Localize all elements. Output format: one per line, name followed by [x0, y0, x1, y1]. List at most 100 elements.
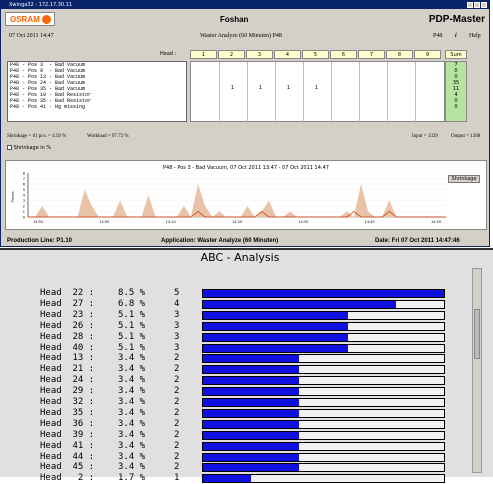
abc-percent: 3.4 %	[118, 353, 146, 364]
abc-row: Head 13 : 3.4 % 2	[0, 353, 470, 364]
sum-header: Sum	[445, 50, 467, 59]
y-axis-label: Pieces	[11, 191, 15, 202]
abc-bar-fill	[203, 377, 300, 385]
close-icon[interactable]	[481, 2, 487, 8]
abc-bar-fill	[203, 333, 348, 341]
abc-bar	[202, 289, 445, 298]
abc-head-name: Head 22 :	[40, 288, 95, 298]
abc-head-name: Head 27 :	[40, 298, 95, 309]
abc-row: Head 23 : 5.1 % 3	[0, 310, 470, 321]
abc-bar-fill	[203, 322, 348, 330]
y-tick-label: 7	[23, 177, 25, 181]
abc-row: Head 2 : 1.7 % 1	[0, 473, 470, 484]
abc-bar	[202, 387, 445, 397]
vertical-scrollbar[interactable]	[472, 268, 482, 473]
minimize-icon[interactable]	[467, 2, 473, 8]
main-window: Xwinga32 - 172.17.30.11 OSRAM Foshan PDP…	[0, 0, 490, 247]
defect-chart: P48 - Pos 3 - Bad Vacuum, 07 Oct 2011 13…	[5, 160, 487, 230]
head-column-header[interactable]: 3	[246, 50, 273, 59]
abc-list: Head 22 : 8.5 % 5 Head 27 : 6.8 % 4 Head 23 : 5…	[0, 288, 470, 484]
scrollbar-thumb[interactable]	[474, 309, 480, 359]
abc-head-name: Head 45 :	[40, 462, 95, 473]
abc-bar-fill	[203, 366, 300, 374]
status-footer: Production Line: P1.10 Application: Wast…	[1, 236, 489, 247]
abc-row: Head 36 : 3.4 % 2	[0, 419, 470, 430]
abc-bar-fill	[203, 355, 300, 363]
abc-bar-fill	[203, 290, 444, 297]
x-tick-label: 14:50	[431, 220, 441, 224]
app-title: PDP-Master	[428, 14, 485, 25]
x-tick-label: 14:30	[298, 220, 308, 224]
abc-count: 2	[174, 386, 180, 397]
brand-logo: OSRAM	[5, 12, 55, 26]
abc-count: 1	[174, 473, 180, 484]
defect-list-item[interactable]: P48 - Pos 41 - Hg missing	[8, 104, 186, 110]
series-point	[84, 189, 85, 190]
abc-bar	[202, 419, 445, 429]
sum-cells: 7 0 0 35 11 4 0 0	[445, 61, 467, 122]
series-point	[360, 183, 362, 185]
abc-count: 2	[174, 353, 180, 364]
defect-grid: P48 - Pos 3 - Bad Vacuum P48 - Pos 9 - Ba…	[5, 47, 487, 127]
abc-count: 2	[174, 407, 180, 418]
abc-count: 2	[174, 375, 180, 386]
abc-percent: 1.7 %	[118, 473, 146, 484]
abc-percent: 3.4 %	[118, 375, 146, 386]
help-button[interactable]: Help	[469, 33, 481, 39]
grid-row	[191, 100, 446, 106]
abc-bar-fill	[203, 475, 252, 483]
checkbox-box[interactable]	[7, 145, 12, 150]
head-column-header[interactable]: 6	[330, 50, 357, 59]
grid-cell: 1	[230, 84, 235, 91]
shrinkage-stat: Shrinkage = 61 pcs. = 4.59 %	[7, 134, 67, 139]
abc-bar	[202, 474, 445, 484]
head-column-header[interactable]: 7	[358, 50, 385, 59]
head-column-header[interactable]: 2	[218, 50, 245, 59]
abc-count: 3	[174, 309, 180, 320]
abc-percent: 3.4 %	[118, 397, 146, 407]
abc-count: 2	[174, 364, 180, 375]
head-column-header[interactable]: 9	[414, 50, 441, 59]
abc-head-name: Head 21 :	[40, 364, 95, 375]
abc-head-name: Head 23 :	[40, 309, 95, 320]
x-tick-label: 14:10	[166, 220, 176, 224]
abc-count: 5	[174, 288, 180, 298]
head-column-header[interactable]: 5	[302, 50, 329, 59]
info-icon[interactable]: i	[455, 33, 457, 39]
maximize-icon[interactable]	[474, 2, 480, 8]
report-date: 07 Oct 2011 14:47	[9, 33, 54, 39]
abc-bar-fill	[203, 388, 300, 396]
series-point	[91, 205, 93, 207]
head-column-header[interactable]: 4	[274, 50, 301, 59]
x-tick-label: 14:40	[365, 220, 375, 224]
abc-head-name: Head 28 :	[40, 331, 95, 342]
abc-bar	[202, 299, 445, 309]
production-line: Production Line: P1.10	[7, 238, 73, 244]
series-point	[389, 200, 390, 201]
abc-percent: 3.4 %	[118, 440, 146, 451]
abc-bar	[202, 354, 445, 364]
head-column-header[interactable]: 1	[190, 50, 217, 59]
series-point	[289, 211, 291, 212]
series-point	[204, 205, 206, 207]
abc-bar-fill	[203, 300, 396, 308]
abc-bar-fill	[203, 464, 300, 472]
abc-count: 2	[174, 451, 180, 462]
shrinkage-checkbox[interactable]: Shrinkage in %	[7, 145, 51, 151]
abc-bar	[202, 408, 445, 418]
x-tick-label: 13:50	[33, 220, 43, 224]
defect-list[interactable]: P48 - Pos 3 - Bad Vacuum P48 - Pos 9 - Ba…	[7, 61, 187, 122]
shrinkage-button[interactable]: Shrinkage	[448, 175, 480, 183]
abc-head-name: Head 24 :	[40, 375, 95, 386]
chart-svg: P48 - Pos 3 - Bad Vacuum, 07 Oct 2011 13…	[11, 165, 447, 224]
abc-bar	[202, 441, 445, 451]
series-point	[353, 216, 355, 218]
head-column-header[interactable]: 8	[386, 50, 413, 59]
abc-count: 3	[174, 320, 180, 331]
window-titlebar[interactable]: Xwinga32 - 172.17.30.11	[1, 1, 489, 9]
abc-percent: 3.4 %	[118, 386, 146, 397]
chart-title: P48 - Pos 3 - Bad Vacuum, 07 Oct 2011 13…	[163, 165, 329, 171]
abc-percent: 3.4 %	[118, 462, 146, 473]
abc-row: Head 22 : 8.5 % 5	[0, 288, 470, 299]
abc-head-name: Head 40 :	[40, 342, 95, 353]
